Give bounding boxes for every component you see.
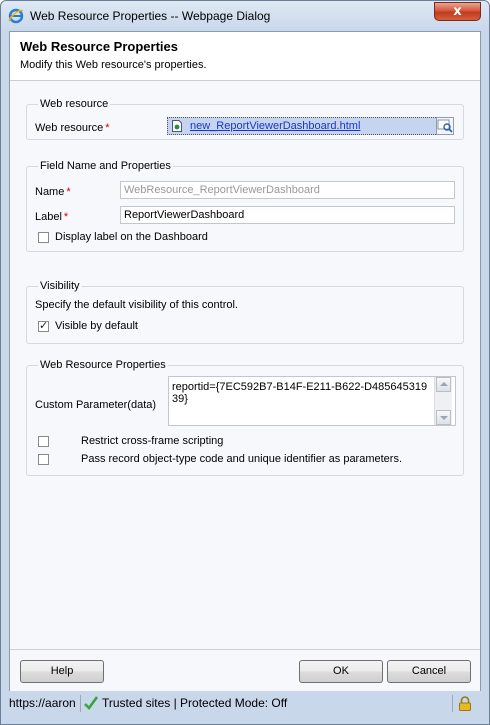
window-title: Web Resource Properties -- Webpage Dialo… <box>30 9 271 23</box>
dialog-content: Web resource Web resource * new_ReportVie… <box>10 81 480 649</box>
title-bar[interactable]: Web Resource Properties -- Webpage Dialo… <box>1 1 489 31</box>
restrict-cross-frame-label: Restrict cross-frame scripting <box>81 435 224 447</box>
page-title: Web Resource Properties <box>20 39 178 54</box>
ok-button[interactable]: OK <box>299 660 383 683</box>
cancel-button[interactable]: Cancel <box>387 660 471 683</box>
lookup-icon[interactable] <box>436 117 454 135</box>
section-legend: Web resource <box>38 98 111 110</box>
required-marker: * <box>105 122 110 134</box>
help-button[interactable]: Help <box>20 660 104 683</box>
field-properties-section: Field Name and Properties Name * WebResou… <box>26 160 464 252</box>
label-field[interactable]: ReportViewerDashboard <box>120 206 455 224</box>
section-legend: Field Name and Properties <box>38 160 173 172</box>
lock-icon <box>459 696 471 711</box>
web-resource-lookup-field[interactable]: new_ReportViewerDashboard.html <box>167 117 444 135</box>
custom-parameter-field[interactable]: reportid={7EC592B7-B14F-E211-B622-D48564… <box>168 376 456 426</box>
page-subtitle: Modify this Web resource's properties. <box>20 59 207 71</box>
web-resource-link[interactable]: new_ReportViewerDashboard.html <box>190 120 360 132</box>
close-button[interactable]: x <box>434 2 481 21</box>
pass-record-checkbox[interactable] <box>38 454 49 465</box>
display-label-checkbox-label: Display label on the Dashboard <box>55 231 208 243</box>
status-bar: https://aaron Trusted sites | Protected … <box>4 693 488 715</box>
close-icon: x <box>453 4 462 19</box>
checkmark-icon: ✓ <box>39 319 49 332</box>
status-url: https://aaron <box>9 696 76 710</box>
dialog-footer: Help OK Cancel <box>10 649 480 691</box>
dialog-window: Web Resource Properties -- Webpage Dialo… <box>0 0 490 725</box>
scroll-up-button[interactable] <box>436 377 451 392</box>
visible-by-default-label: Visible by default <box>55 320 138 332</box>
section-legend: Web Resource Properties <box>38 359 168 371</box>
custom-parameter-label: Custom Parameter(data) <box>35 399 157 411</box>
section-legend: Visibility <box>38 280 82 292</box>
name-field: WebResource_ReportViewerDashboard <box>120 181 455 199</box>
name-label: Name * <box>35 186 71 198</box>
scroll-down-button[interactable] <box>436 410 451 425</box>
restrict-cross-frame-checkbox[interactable] <box>38 436 49 447</box>
ie-icon <box>8 8 24 24</box>
web-resource-section: Web resource Web resource * new_ReportVie… <box>26 98 464 140</box>
checkmark-icon <box>84 696 98 710</box>
visibility-description: Specify the default visibility of this c… <box>35 299 238 311</box>
web-resource-label: Web resource * <box>35 122 110 134</box>
textarea-scrollbar[interactable] <box>434 377 452 425</box>
required-marker: * <box>66 186 71 198</box>
pass-record-label: Pass record object-type code and unique … <box>81 453 403 465</box>
dialog-header: Web Resource Properties Modify this Web … <box>10 32 480 81</box>
label-label: Label * <box>35 211 69 223</box>
visibility-section: Visibility Specify the default visibilit… <box>26 280 464 344</box>
visible-by-default-checkbox[interactable]: ✓ <box>38 319 49 332</box>
web-resource-properties-section: Web Resource Properties Custom Parameter… <box>26 359 464 476</box>
display-label-checkbox[interactable] <box>38 232 49 243</box>
document-icon <box>172 120 182 132</box>
security-zone: Trusted sites | Protected Mode: Off <box>102 696 288 710</box>
required-marker: * <box>63 211 69 223</box>
dialog-client: Web Resource Properties Modify this Web … <box>9 31 481 691</box>
